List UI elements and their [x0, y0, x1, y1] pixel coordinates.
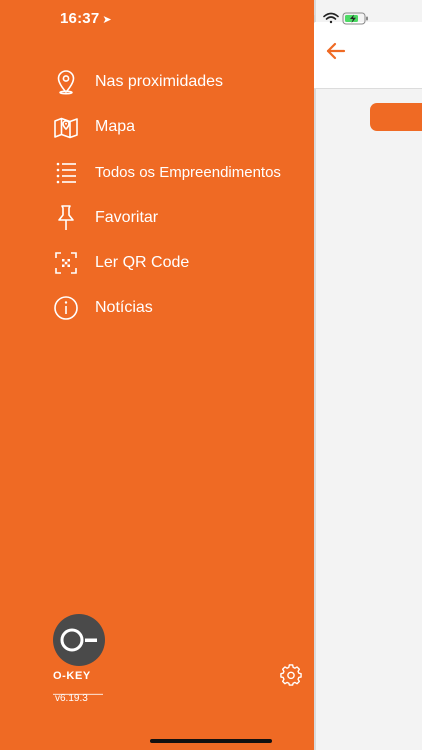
app-logo [53, 614, 105, 666]
wifi-icon [323, 12, 339, 24]
status-time: 16:37 ➤ [60, 10, 112, 27]
map-icon [52, 113, 80, 141]
menu-label: Ler QR Code [95, 254, 190, 271]
qr-scan-icon [52, 249, 80, 277]
menu-item-mapa[interactable]: Mapa [0, 105, 314, 149]
menu-item-nas-proximidades[interactable]: Nas proximidades [0, 60, 314, 104]
logo-tagline-mark [53, 683, 107, 695]
background-page [314, 0, 422, 750]
menu-label: Todos os Empreendimentos [95, 163, 281, 181]
info-icon [52, 294, 80, 322]
status-icons [304, 10, 374, 26]
app-version: v6.19.3 [55, 693, 88, 704]
back-arrow-icon[interactable] [324, 39, 348, 63]
gear-icon[interactable] [280, 664, 302, 686]
navigation-drawer: 16:37 ➤ Nas proximidades Mapa Todos os E… [0, 0, 314, 750]
menu-label: Notícias [95, 299, 153, 316]
logo-mark-icon [60, 628, 97, 652]
location-arrow-icon: ➤ [102, 14, 112, 26]
drawer-shadow [314, 0, 316, 750]
time-text: 16:37 [60, 10, 100, 27]
menu-item-favoritar[interactable]: Favoritar [0, 196, 314, 240]
menu-item-ler-qr-code[interactable]: Ler QR Code [0, 241, 314, 285]
page-action-button[interactable] [370, 103, 422, 131]
menu-item-todos-empreendimentos[interactable]: Todos os Empreendimentos [0, 150, 314, 194]
menu-item-noticias[interactable]: Notícias [0, 286, 314, 330]
pushpin-icon [52, 204, 80, 232]
logo-text: O-KEY [53, 670, 91, 682]
page-header [314, 22, 422, 89]
menu-label: Mapa [95, 118, 136, 135]
location-pin-icon [52, 68, 80, 96]
home-indicator[interactable] [150, 739, 272, 743]
list-icon [52, 158, 80, 186]
menu-label: Favoritar [95, 209, 159, 226]
menu-label: Nas proximidades [95, 73, 224, 90]
battery-icon [342, 12, 368, 25]
